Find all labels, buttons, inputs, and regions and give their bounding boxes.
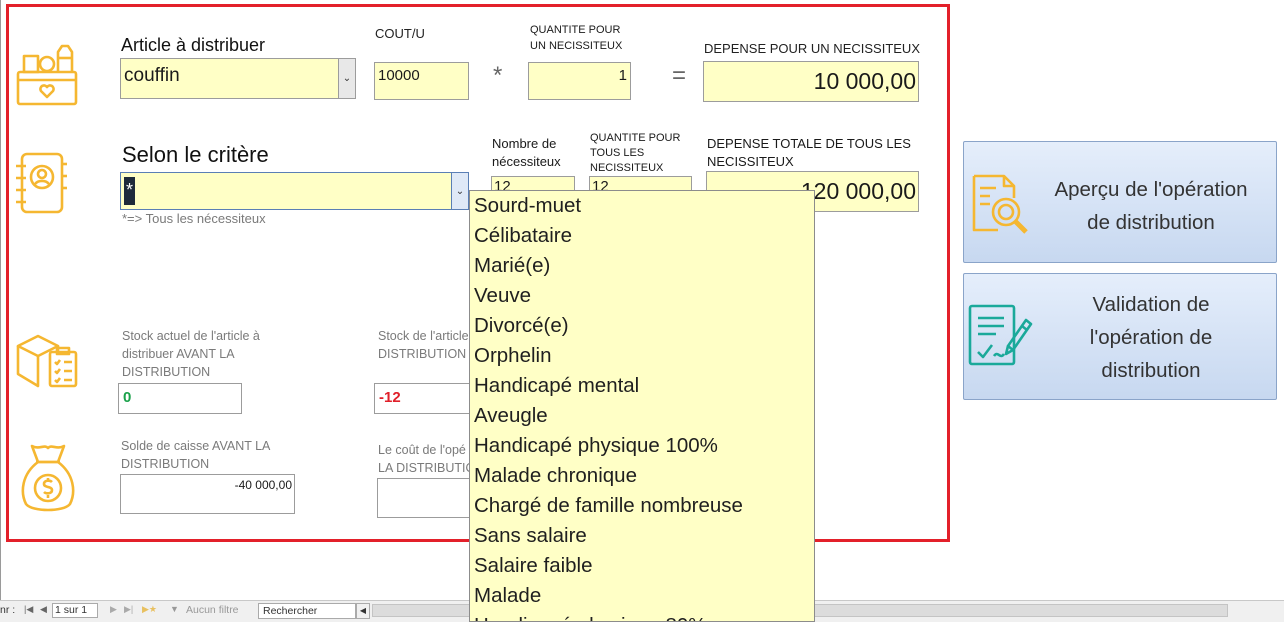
- validate-button-label: Validation de l'opération de distributio…: [1034, 288, 1268, 387]
- criteria-value: *: [124, 177, 136, 205]
- qty-per-needy-value: 1: [618, 67, 627, 84]
- document-search-icon: [972, 174, 1028, 234]
- stock-before-label-line2: distribuer AVANT LA: [122, 347, 235, 361]
- cash-before-label: Solde de caisse AVANT LA DISTRIBUTION: [121, 437, 270, 473]
- multiply-operator: *: [493, 62, 503, 89]
- left-window-edge: [0, 0, 1, 600]
- cost-field[interactable]: 10000: [374, 62, 469, 100]
- total-qty-label: QUANTITE POUR TOUS LES NECISSITEUX: [590, 131, 680, 176]
- article-combo-button[interactable]: ⌄: [338, 59, 355, 98]
- qty-per-needy-label-line1: QUANTITE POUR: [530, 24, 621, 36]
- chevron-down-icon: ⌄: [342, 73, 352, 84]
- chevron-down-icon: ⌄: [455, 185, 465, 197]
- validate-distribution-button[interactable]: Validation de l'opération de distributio…: [963, 273, 1277, 400]
- preview-button-label: Aperçu de l'opération de distribution: [1034, 173, 1268, 239]
- qty-per-needy-label: QUANTITE POUR UN NECISSITEUX: [530, 22, 622, 54]
- dropdown-item[interactable]: Handicapé physique 80%: [470, 611, 814, 621]
- total-expense-label-line1: DEPENSE TOTALE DE TOUS LES: [707, 136, 911, 151]
- total-expense-label: DEPENSE TOTALE DE TOUS LES NECISSITEUX: [707, 135, 911, 171]
- dropdown-item[interactable]: Chargé de famille nombreuse: [470, 491, 814, 521]
- article-label: Article à distribuer: [121, 35, 266, 55]
- stock-after-field[interactable]: -12: [374, 383, 470, 414]
- criteria-hint: *=> Tous les nécessiteux: [122, 211, 266, 226]
- first-record-icon[interactable]: |◀: [24, 604, 33, 615]
- filter-status[interactable]: Aucun filtre: [186, 604, 239, 616]
- contact-book-icon: [16, 152, 67, 214]
- dropdown-item[interactable]: Orphelin: [470, 341, 814, 371]
- signed-document-icon: [968, 304, 1033, 366]
- stock-after-label-line2: DISTRIBUTION: [378, 347, 467, 361]
- total-qty-label-line1: QUANTITE POUR: [590, 132, 681, 144]
- article-combo[interactable]: couffin ⌄: [120, 58, 356, 99]
- record-position-field[interactable]: 1 sur 1: [52, 603, 98, 618]
- grocery-box-icon: [16, 44, 78, 106]
- criteria-combo[interactable]: * ⌄: [120, 172, 469, 210]
- needy-count-label-line1: Nombre de: [492, 136, 557, 151]
- stock-before-field[interactable]: 0: [118, 383, 242, 414]
- cash-before-field[interactable]: -40 000,00: [120, 474, 295, 514]
- needy-count-label-line2: nécessiteux: [492, 154, 561, 169]
- dropdown-item[interactable]: Sans salaire: [470, 521, 814, 551]
- last-record-icon[interactable]: ▶|: [124, 604, 133, 615]
- record-label: nr :: [0, 604, 16, 616]
- cash-before-value: -40 000,00: [234, 478, 292, 492]
- operation-cost-field[interactable]: [377, 478, 470, 518]
- dropdown-item[interactable]: Aveugle: [470, 401, 814, 431]
- cost-label: COUT/U: [375, 26, 425, 41]
- qty-per-needy-field[interactable]: 1: [528, 62, 631, 100]
- equals-operator: =: [672, 62, 687, 89]
- validate-button-label-line1: Validation de: [1092, 293, 1210, 316]
- scroll-left-icon[interactable]: ◀: [356, 603, 370, 619]
- money-bag-icon: [21, 444, 75, 512]
- dropdown-item[interactable]: Salaire faible: [470, 551, 814, 581]
- stock-before-label-line3: DISTRIBUTION: [122, 365, 211, 379]
- filter-icon: ▼: [170, 604, 179, 614]
- dropdown-item[interactable]: Divorcé(e): [470, 311, 814, 341]
- validate-button-label-line3: distribution: [1101, 359, 1201, 382]
- total-qty-label-line3: NECISSITEUX: [590, 162, 664, 174]
- dropdown-item[interactable]: Célibataire: [470, 221, 814, 251]
- dropdown-item[interactable]: Veuve: [470, 281, 814, 311]
- stock-after-label: Stock de l'article DISTRIBUTION: [378, 327, 468, 363]
- preview-distribution-button[interactable]: Aperçu de l'opération de distribution: [963, 141, 1277, 263]
- previous-record-icon[interactable]: ◀: [40, 604, 47, 615]
- needy-count-label: Nombre de nécessiteux: [492, 135, 561, 171]
- stock-after-label-line1: Stock de l'article: [378, 329, 468, 343]
- expense-per-needy-label: DEPENSE POUR UN NECISSITEUX: [704, 41, 920, 56]
- criteria-combo-button[interactable]: ⌄: [451, 173, 468, 209]
- stock-before-label: Stock actuel de l'article à distribuer A…: [122, 327, 260, 381]
- qty-per-needy-label-line2: UN NECISSITEUX: [530, 40, 623, 52]
- expense-per-needy-field[interactable]: 10 000,00: [703, 61, 919, 102]
- next-record-icon[interactable]: ▶: [110, 604, 117, 615]
- cash-before-label-line1: Solde de caisse AVANT LA: [121, 439, 271, 453]
- criteria-dropdown-list[interactable]: Sourd-muet Célibataire Marié(e) Veuve Divorc…: [469, 190, 815, 622]
- preview-button-label-line1: Aperçu de l'opération: [1054, 178, 1248, 201]
- dropdown-item[interactable]: Malade: [470, 581, 814, 611]
- article-value: couffin: [124, 65, 180, 86]
- operation-cost-label-line1: Le coût de l'opé: [378, 443, 466, 457]
- cash-before-label-line2: DISTRIBUTION: [121, 457, 210, 471]
- stock-after-value: -12: [379, 389, 401, 406]
- stock-box-icon: [16, 334, 78, 388]
- search-input[interactable]: Rechercher: [258, 603, 356, 619]
- dropdown-item[interactable]: Malade chronique: [470, 461, 814, 491]
- expense-per-needy-value: 10 000,00: [813, 68, 916, 94]
- total-expense-label-line2: NECISSITEUX: [707, 154, 794, 169]
- validate-button-label-line2: l'opération de: [1089, 326, 1213, 349]
- stock-before-label-line1: Stock actuel de l'article à: [122, 329, 260, 343]
- total-expense-value: 120 000,00: [800, 178, 916, 204]
- operation-cost-label-line2: LA DISTRIBUTIO: [378, 461, 470, 475]
- criteria-label: Selon le critère: [122, 142, 269, 167]
- new-record-icon[interactable]: ▶★: [142, 604, 157, 615]
- total-qty-label-line2: TOUS LES: [590, 147, 645, 159]
- dropdown-item[interactable]: Sourd-muet: [470, 191, 814, 221]
- dropdown-item[interactable]: Handicapé physique 100%: [470, 431, 814, 461]
- preview-button-label-line2: de distribution: [1087, 211, 1215, 234]
- dropdown-item[interactable]: Marié(e): [470, 251, 814, 281]
- cost-value: 10000: [378, 67, 420, 84]
- stock-before-value: 0: [123, 389, 132, 406]
- operation-cost-label: Le coût de l'opé LA DISTRIBUTIO: [378, 441, 470, 477]
- dropdown-item[interactable]: Handicapé mental: [470, 371, 814, 401]
